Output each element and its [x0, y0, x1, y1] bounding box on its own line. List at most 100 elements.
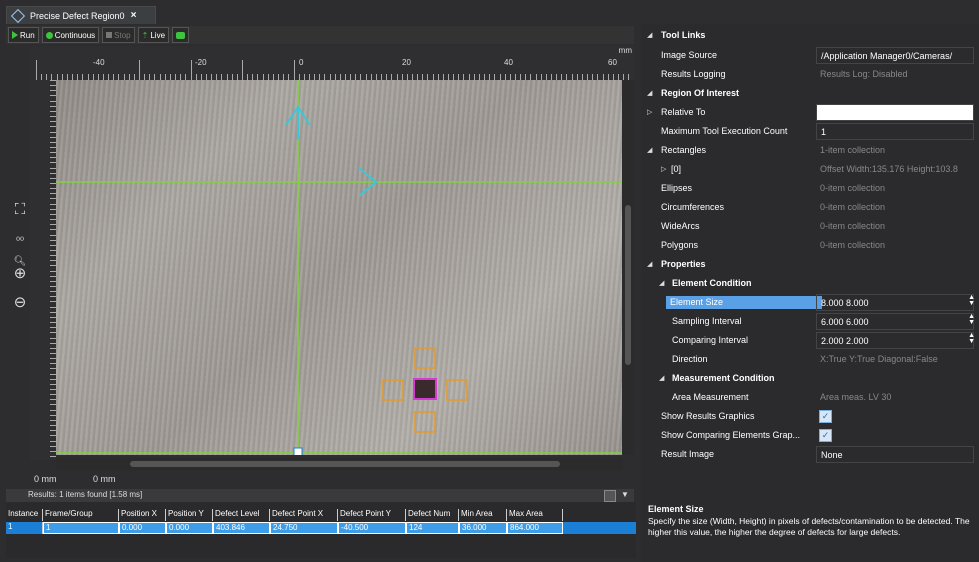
- coord-y: 0 mm: [93, 474, 116, 484]
- section-element-condition[interactable]: ◢ Element Condition: [641, 274, 979, 293]
- col-frame-group[interactable]: Frame/Group: [43, 509, 119, 521]
- prop-rectangles[interactable]: ◢ Rectangles 1-item collection: [641, 141, 979, 160]
- spinner-icon[interactable]: ▲ ▼: [968, 313, 975, 326]
- show-results-checkbox[interactable]: ✓: [819, 410, 832, 423]
- prop-ellipses[interactable]: Ellipses 0-item collection: [641, 179, 979, 198]
- prop-show-comparing[interactable]: Show Comparing Elements Grap... ✓: [641, 426, 979, 445]
- ruler-label: 0: [299, 58, 304, 67]
- element-size-field[interactable]: 8.000 8.000: [816, 294, 974, 311]
- ruler-tick: [242, 60, 243, 80]
- tab-precise-defect[interactable]: Precise Defect Region0 ×: [6, 6, 156, 24]
- prop-results-logging[interactable]: Results Logging Results Log: Disabled: [641, 65, 979, 84]
- element-box-right: [446, 379, 468, 401]
- prop-area-measurement[interactable]: Area Measurement Area meas. LV 30: [641, 388, 979, 407]
- col-defect-point-x[interactable]: Defect Point X: [270, 509, 338, 521]
- camera-icon: [176, 31, 186, 39]
- prop-polygons[interactable]: Polygons 0-item collection: [641, 236, 979, 255]
- prop-sampling-interval[interactable]: Sampling Interval 6.000 6.000 ▲ ▼: [641, 312, 979, 331]
- coord-x: 0 mm: [34, 474, 57, 484]
- prop-element-size[interactable]: Element Size 8.000 8.000 ▲ ▼: [641, 293, 979, 312]
- roi-handle[interactable]: [293, 447, 303, 455]
- prop-relative-to[interactable]: ▷ Relative To: [641, 103, 979, 122]
- prop-circumferences[interactable]: Circumferences 0-item collection: [641, 198, 979, 217]
- prop-result-image[interactable]: Result Image None: [641, 445, 979, 464]
- zoom-in-icon[interactable]: ⊕: [10, 264, 30, 284]
- camera-image[interactable]: [56, 80, 622, 455]
- prop-widearcs[interactable]: WideArcs 0-item collection: [641, 217, 979, 236]
- table-row[interactable]: 1 1 0.000 0.000 403.846 24.750 -40.500 1…: [6, 522, 636, 534]
- section-roi[interactable]: ◢ Region Of Interest: [641, 84, 979, 103]
- cell-max-area: 864.000: [507, 522, 563, 534]
- section-tool-links[interactable]: ◢ Tool Links: [641, 26, 979, 45]
- col-defect-num[interactable]: Defect Num: [406, 509, 459, 521]
- results-collapse-icon[interactable]: ▼: [620, 490, 630, 500]
- play-icon: [12, 31, 18, 39]
- results-header: Results: 1 items found [1.58 ms]: [6, 489, 634, 502]
- section-measurement-condition[interactable]: ◢ Measurement Condition: [641, 369, 979, 388]
- stop-icon: [106, 32, 113, 38]
- ruler-label: 20: [402, 58, 411, 67]
- cell-instance: 1: [6, 522, 43, 534]
- collapse-icon: ◢: [659, 375, 665, 382]
- expand-icon: ▷: [661, 166, 667, 173]
- fit-icon[interactable]: ⛶: [10, 200, 30, 220]
- image-toolbar: Run Continuous Stop ⇡ Live: [6, 26, 634, 44]
- col-position-y[interactable]: Position Y: [166, 509, 213, 521]
- description-title: Element Size: [648, 504, 704, 514]
- vertical-scroll-thumb[interactable]: [625, 205, 631, 365]
- zoom-out-icon[interactable]: ⊖: [10, 293, 30, 313]
- ruler-label: -20: [195, 58, 207, 67]
- spinner-icon[interactable]: ▲ ▼: [968, 332, 975, 345]
- prop-show-results-graphics[interactable]: Show Results Graphics ✓: [641, 407, 979, 426]
- property-panel: ◢ Tool Links Image Source/Application Man…: [641, 24, 979, 562]
- max-exec-field[interactable]: 1: [816, 123, 974, 140]
- collapse-icon: ◢: [647, 147, 653, 154]
- prop-rectangle-0[interactable]: ▷ [0] Offset Width:135.176 Height:103.8: [641, 160, 979, 179]
- col-instance[interactable]: Instance: [6, 509, 43, 521]
- show-comparing-checkbox[interactable]: ✓: [819, 429, 832, 442]
- run-button[interactable]: Run: [8, 27, 39, 43]
- section-properties[interactable]: ◢ Properties: [641, 255, 979, 274]
- comparing-field[interactable]: 2.000 2.000: [816, 332, 974, 349]
- continuous-button[interactable]: Continuous: [41, 27, 100, 43]
- col-defect-point-y[interactable]: Defect Point Y: [338, 509, 406, 521]
- zoom-100-icon[interactable]: ⁰⁰🔍︎: [10, 232, 30, 267]
- prop-direction[interactable]: Direction X:True Y:True Diagonal:False: [641, 350, 979, 369]
- continuous-icon: [45, 31, 53, 39]
- cell-frame-group: 1: [43, 522, 119, 534]
- col-defect-level[interactable]: Defect Level: [213, 509, 270, 521]
- prop-comparing-interval[interactable]: Comparing Interval 2.000 2.000 ▲ ▼: [641, 331, 979, 350]
- table-header: Instance Frame/Group Position X Position…: [6, 509, 563, 521]
- cell-defect-level: 403.846: [213, 522, 270, 534]
- results-settings-button[interactable]: [604, 490, 616, 502]
- relative-to-field[interactable]: [816, 104, 974, 121]
- cell-defect-num: 124: [406, 522, 459, 534]
- vertical-ruler: [30, 80, 56, 460]
- result-image-field[interactable]: None: [816, 446, 974, 463]
- cell-defect-point-x: 24.750: [270, 522, 338, 534]
- camera-button[interactable]: [172, 27, 190, 43]
- image-source-field[interactable]: /Application Manager0/Cameras/: [816, 47, 974, 64]
- close-icon[interactable]: ×: [131, 10, 137, 21]
- cell-position-x: 0.000: [119, 522, 166, 534]
- defect-blob: [415, 380, 435, 398]
- horizontal-scroll-thumb[interactable]: [130, 461, 560, 467]
- collapse-icon: ◢: [647, 90, 653, 97]
- ruler-tick: [50, 455, 56, 457]
- results-summary: Results: 1 items found [1.58 ms]: [28, 490, 143, 499]
- prop-image-source[interactable]: Image Source/Application Manager0/Camera…: [641, 46, 979, 65]
- cell-position-y: 0.000: [166, 522, 213, 534]
- sampling-field[interactable]: 6.000 6.000: [816, 313, 974, 330]
- live-button[interactable]: ⇡ Live: [137, 27, 170, 43]
- ruler-tick: [190, 60, 192, 80]
- spinner-icon[interactable]: ▲ ▼: [968, 294, 975, 307]
- ruler-tick: [139, 60, 140, 80]
- stop-button[interactable]: Stop: [102, 27, 135, 43]
- tool-icon: [10, 8, 26, 23]
- ruler-label: -40: [93, 58, 105, 67]
- ruler-tick: [293, 60, 295, 80]
- prop-max-exec[interactable]: Maximum Tool Execution Count 1: [641, 122, 979, 141]
- col-max-area[interactable]: Max Area: [507, 509, 563, 521]
- col-position-x[interactable]: Position X: [119, 509, 166, 521]
- col-min-area[interactable]: Min Area: [459, 509, 507, 521]
